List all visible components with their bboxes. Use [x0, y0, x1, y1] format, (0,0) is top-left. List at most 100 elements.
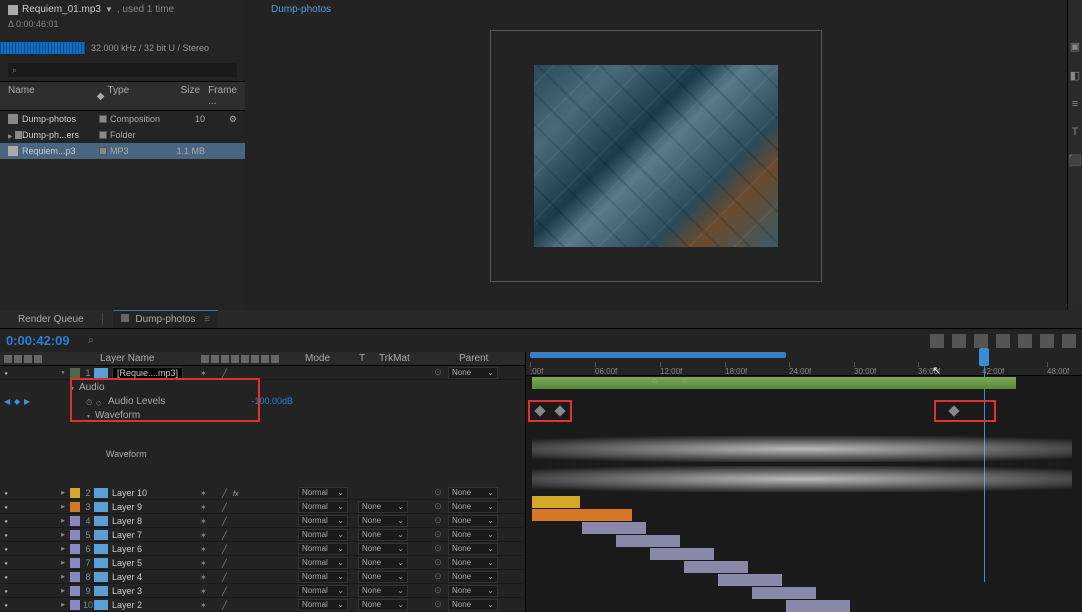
parent-pickwhip[interactable] — [428, 599, 448, 610]
dropdown-icon[interactable]: ▼ — [105, 5, 113, 14]
sidebar-icon[interactable]: ⬛ — [1068, 154, 1082, 167]
project-item[interactable]: Requiem...p3MP31.1 MB — [0, 143, 245, 159]
sidebar-icon[interactable]: ≡ — [1072, 98, 1078, 110]
expand-arrow[interactable] — [58, 490, 68, 496]
shy-switch[interactable] — [200, 558, 209, 567]
layer-switches[interactable] — [198, 488, 298, 497]
audio-track-bar[interactable]: ⌂ ⌂ — [532, 377, 1016, 389]
switch-icon[interactable] — [251, 355, 259, 363]
parent-select[interactable]: None — [448, 367, 525, 379]
composition-viewport[interactable] — [534, 65, 778, 247]
timeline-timecode[interactable]: 0:00:42:09 — [0, 329, 82, 352]
parent-select[interactable]: None — [448, 529, 525, 541]
audio-levels-property[interactable]: Audio Levels-100.00dB — [50, 394, 525, 408]
sidebar-icon[interactable]: ▣ — [1070, 40, 1080, 53]
blend-mode[interactable]: Normal — [298, 585, 358, 597]
layer-track-bar[interactable] — [532, 496, 580, 508]
switch[interactable] — [211, 502, 220, 511]
layer-name[interactable]: Layer 2 — [108, 600, 198, 610]
layer-track-bar[interactable] — [684, 561, 748, 573]
shy-switch[interactable] — [200, 586, 209, 595]
label-color[interactable] — [99, 115, 107, 123]
layer-row[interactable]: 10Layer 2NormalNoneNone — [0, 598, 525, 612]
label-color[interactable] — [70, 600, 80, 610]
track-matte[interactable]: None — [358, 501, 428, 513]
layer-row[interactable]: 2Layer 10NormalNone — [0, 486, 525, 500]
parent-pickwhip[interactable] — [428, 367, 448, 378]
tl-tool-icon[interactable] — [1018, 334, 1032, 348]
parent-select[interactable]: None — [448, 599, 525, 611]
keyframe[interactable] — [948, 405, 959, 416]
parent-select[interactable]: None — [448, 515, 525, 527]
blend-mode[interactable]: Normal — [298, 599, 358, 611]
track-matte[interactable]: None — [358, 571, 428, 583]
visibility-toggle[interactable] — [0, 571, 12, 582]
switch[interactable] — [211, 558, 220, 567]
quality-switch[interactable] — [222, 488, 231, 497]
layer-track-bar[interactable] — [582, 522, 646, 534]
expand-arrow[interactable] — [58, 504, 68, 510]
parent-pickwhip[interactable] — [428, 585, 448, 596]
keyframe[interactable] — [554, 405, 565, 416]
graph-icon[interactable] — [96, 397, 104, 405]
layer-track-bar[interactable] — [752, 587, 816, 599]
switch[interactable] — [211, 586, 220, 595]
blend-mode[interactable]: Normal — [298, 571, 358, 583]
col-size[interactable]: Size — [161, 85, 200, 107]
blend-mode[interactable]: Normal — [298, 557, 358, 569]
shy-switch[interactable] — [200, 516, 209, 525]
parent-pickwhip[interactable] — [428, 501, 448, 512]
track-matte[interactable]: None — [358, 543, 428, 555]
shy-switch[interactable] — [200, 544, 209, 553]
layer-name[interactable]: Layer 6 — [108, 544, 198, 554]
quality-switch[interactable] — [222, 516, 231, 525]
blend-mode[interactable]: Normal — [298, 501, 358, 513]
expand-arrow[interactable] — [70, 382, 79, 393]
parent-pickwhip[interactable] — [428, 571, 448, 582]
label-color[interactable] — [70, 488, 80, 498]
parent-select[interactable]: None — [448, 557, 525, 569]
visibility-toggle[interactable] — [0, 367, 12, 378]
project-search-input[interactable] — [8, 63, 237, 77]
timeline-search-input[interactable] — [88, 335, 288, 346]
label-color[interactable] — [99, 147, 107, 155]
switch[interactable] — [211, 544, 220, 553]
visibility-toggle[interactable] — [0, 529, 12, 540]
stopwatch-icon[interactable] — [86, 397, 94, 405]
layer-name[interactable]: Layer 9 — [108, 502, 198, 512]
layer-row[interactable]: 6Layer 6NormalNoneNone — [0, 542, 525, 556]
layer-name[interactable]: Layer 4 — [108, 572, 198, 582]
switch-icon[interactable] — [271, 355, 279, 363]
visibility-toggle[interactable] — [0, 515, 12, 526]
keyframe-nav[interactable] — [0, 394, 50, 408]
parent-pickwhip[interactable] — [428, 557, 448, 568]
layer-row[interactable]: 9Layer 3NormalNoneNone — [0, 584, 525, 598]
switch-icon[interactable] — [201, 355, 209, 363]
layer-row[interactable]: 3Layer 9NormalNoneNone — [0, 500, 525, 514]
col-type[interactable]: Type — [107, 85, 161, 107]
visibility-toggle[interactable] — [0, 557, 12, 568]
label-color[interactable] — [70, 530, 80, 540]
quality-switch[interactable] — [222, 586, 231, 595]
label-color[interactable] — [99, 131, 107, 139]
col-trkmat[interactable]: TrkMat — [379, 353, 439, 364]
tab-render-queue[interactable]: Render Queue — [10, 311, 92, 328]
layer-switches[interactable] — [198, 600, 298, 609]
shy-switch[interactable] — [200, 530, 209, 539]
label-color[interactable] — [70, 502, 80, 512]
layer-track-bar[interactable] — [616, 535, 680, 547]
waveform-group[interactable]: Waveform — [0, 408, 525, 422]
layer-switches[interactable] — [198, 558, 298, 567]
layer-name[interactable]: [Requie....mp3] — [108, 367, 198, 379]
layer-row[interactable]: 8Layer 4NormalNoneNone — [0, 570, 525, 584]
visibility-toggle[interactable] — [0, 543, 12, 554]
label-color[interactable] — [70, 586, 80, 596]
audio-levels-value[interactable]: -100.00dB — [251, 396, 293, 406]
tl-tool-icon[interactable] — [974, 334, 988, 348]
tl-tool-icon[interactable] — [952, 334, 966, 348]
shy-switch[interactable] — [200, 572, 209, 581]
tab-composition[interactable]: Dump-photos ≡ — [113, 310, 218, 328]
label-color[interactable] — [70, 572, 80, 582]
project-item[interactable]: Dump-ph...ersFolder — [0, 127, 245, 143]
shy-switch[interactable] — [200, 488, 209, 497]
